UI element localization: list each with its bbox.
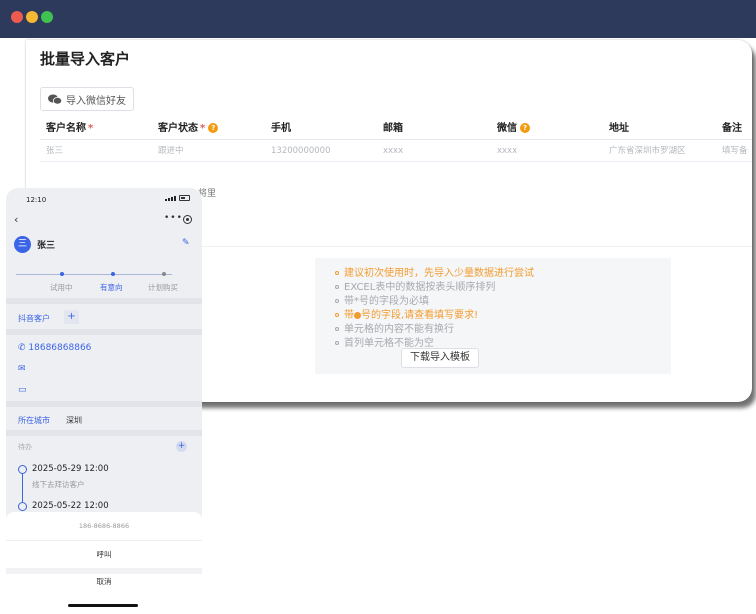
add-todo-button[interactable]: + bbox=[176, 441, 187, 452]
section-divider bbox=[6, 430, 202, 436]
close-window-button[interactable] bbox=[11, 11, 23, 23]
target-icon[interactable] bbox=[183, 215, 192, 224]
clock-icon bbox=[18, 502, 27, 511]
chevron-left-icon[interactable]: ‹ bbox=[14, 213, 18, 226]
status-icons bbox=[165, 195, 190, 201]
column-header-phone: 手机 bbox=[271, 123, 291, 134]
edit-icon[interactable]: ✎ bbox=[182, 238, 190, 248]
todo-description: 线下去拜访客户 bbox=[32, 480, 85, 489]
import-wechat-friends-label: 导入微信好友 bbox=[66, 95, 126, 107]
import-wechat-friends-button[interactable]: 导入微信好友 bbox=[40, 87, 134, 111]
stage-node bbox=[111, 272, 115, 276]
help-icon[interactable]: ? bbox=[208, 123, 219, 133]
download-template-button[interactable]: 下载导入模板 bbox=[401, 348, 479, 368]
window-titlebar bbox=[0, 0, 756, 38]
call-button[interactable]: 呼叫 bbox=[6, 549, 202, 560]
table-header-row: 客户名称 * 客户状态 *? 手机 邮箱 微信? 地址 备注 bbox=[40, 118, 752, 140]
wechat-icon bbox=[48, 94, 62, 105]
city-value: 深圳 bbox=[66, 416, 82, 425]
tip-item: 带号的字段,请查看填写要求! bbox=[335, 310, 478, 322]
screenshot-stage: 批量导入客户 导入微信好友 客户名称 * 客户状态 *? 手机 邮箱 微信? 地址 … bbox=[0, 0, 756, 614]
tip-item: EXCEL表中的数据按表头顺序排列 bbox=[335, 282, 495, 294]
stage-interested[interactable]: 有意向 bbox=[100, 282, 123, 293]
customer-tag[interactable]: 抖音客户 bbox=[18, 313, 50, 324]
mobile-customer-detail: 12:10 ‹ ••• 三 张三 ✎ 试用中 有意向 计划购买 抖音客户 + ✆… bbox=[6, 188, 202, 614]
column-header-email: 邮箱 bbox=[383, 123, 403, 134]
call-action-sheet: 186-8686-8866 呼叫 取消 bbox=[6, 512, 202, 614]
divider bbox=[6, 568, 202, 574]
page-title: 批量导入客户 bbox=[40, 50, 131, 68]
tip-item: 建议初次使用时，先导入少量数据进行尝试 bbox=[335, 268, 534, 280]
stage-plan-purchase[interactable]: 计划购买 bbox=[148, 282, 178, 293]
import-preview-table: 客户名称 * 客户状态 *? 手机 邮箱 微信? 地址 备注 张三 跟进中 1320… bbox=[40, 118, 752, 162]
stage-trial[interactable]: 试用中 bbox=[50, 282, 73, 293]
cell-name: 张三 bbox=[46, 146, 64, 156]
stage-node bbox=[60, 272, 64, 276]
avatar: 三 bbox=[14, 236, 31, 253]
signal-icon bbox=[165, 195, 176, 201]
column-header-wechat: 微信? bbox=[497, 118, 530, 140]
cancel-button[interactable]: 取消 bbox=[6, 576, 202, 587]
cell-wechat: xxxx bbox=[497, 146, 518, 156]
column-header-notes: 备注 bbox=[722, 123, 742, 134]
section-divider bbox=[6, 401, 202, 407]
section-divider bbox=[6, 298, 202, 304]
cell-address: 广东省深圳市罗湖区 bbox=[609, 146, 686, 156]
cell-email: xxxx bbox=[383, 146, 404, 156]
customer-name: 张三 bbox=[37, 241, 56, 251]
cell-phone: 13200000000 bbox=[271, 146, 331, 156]
message-icon[interactable]: ▭ bbox=[18, 385, 27, 395]
column-header-address: 地址 bbox=[609, 123, 629, 134]
timeline-line bbox=[22, 472, 23, 502]
stage-progress-line bbox=[16, 274, 172, 275]
add-tag-button[interactable]: + bbox=[64, 310, 79, 324]
section-divider bbox=[6, 329, 202, 335]
divider bbox=[6, 540, 202, 541]
clock-icon bbox=[18, 465, 27, 474]
more-dots-icon[interactable]: ••• bbox=[164, 213, 183, 223]
phone-number-link[interactable]: ✆ 18686868866 bbox=[18, 343, 91, 353]
help-icon[interactable]: ? bbox=[520, 123, 530, 133]
todo-time: 2025-05-22 12:00 bbox=[32, 501, 109, 511]
home-indicator bbox=[68, 604, 138, 607]
todo-label: 待办 bbox=[18, 443, 32, 451]
tip-item: 单元格的内容不能有换行 bbox=[335, 324, 454, 336]
phone-icon: ✆ bbox=[18, 343, 29, 353]
column-header-name: 客户名称 * bbox=[46, 123, 94, 134]
tip-item: 带*号的字段为必填 bbox=[335, 296, 429, 308]
table-row: 张三 跟进中 13200000000 xxxx xxxx 广东省深圳市罗湖区 填… bbox=[40, 140, 752, 162]
sheet-phone-number: 186-8686-8866 bbox=[78, 522, 130, 530]
cell-notes: 填写备 bbox=[722, 146, 748, 156]
todo-time: 2025-05-29 12:00 bbox=[32, 464, 109, 474]
city-label: 所在城市 bbox=[18, 416, 50, 425]
stage-node bbox=[162, 272, 166, 276]
email-icon[interactable]: ✉ bbox=[18, 364, 26, 374]
maximize-window-button[interactable] bbox=[41, 11, 53, 23]
status-time: 12:10 bbox=[26, 196, 47, 204]
cell-status: 跟进中 bbox=[158, 146, 184, 156]
column-header-status: 客户状态 *? bbox=[158, 118, 219, 140]
minimize-window-button[interactable] bbox=[26, 11, 38, 23]
orange-dot-icon bbox=[354, 311, 361, 319]
import-tips-box: 建议初次使用时，先导入少量数据进行尝试 EXCEL表中的数据按表头顺序排列 带*… bbox=[315, 258, 671, 374]
battery-icon bbox=[179, 195, 190, 201]
